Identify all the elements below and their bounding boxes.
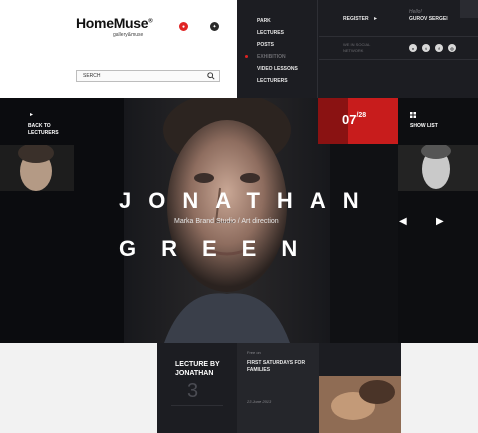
lecturer-subtitle: Marka Brand Studio / Art direction: [174, 218, 279, 225]
event-image-top: [319, 343, 401, 376]
corner-decoration: [460, 0, 478, 18]
search-input[interactable]: SERCH: [76, 70, 220, 82]
menu-divider: [317, 0, 318, 98]
page: HomeMuse® gallery&muse ● ✦ SERCH PARK LE…: [0, 0, 478, 433]
event-date: 23 June 2013: [247, 399, 272, 404]
event-title: FIRST SATURDAYS FOR FAMILIES: [247, 360, 306, 373]
user-name[interactable]: GUROV SERGEI: [409, 16, 448, 22]
social-icons: v t f ◎: [409, 44, 456, 52]
greeting: Hello!: [409, 9, 422, 15]
event-card[interactable]: Free on FIRST SATURDAYS FOR FAMILIES 23 …: [237, 343, 319, 433]
prev-lecturer-thumbnail[interactable]: [0, 145, 74, 191]
back-arrow-icon[interactable]: ▸: [30, 111, 33, 118]
date-counter: 07/28: [318, 98, 398, 144]
date-text: 07/28: [342, 112, 367, 127]
vk-icon[interactable]: v: [409, 44, 417, 52]
search-icon[interactable]: [207, 72, 215, 80]
bottom-section: LECTURE BY JONATHAN 3 Free on FIRST SATU…: [0, 343, 478, 433]
lecture-title: LECTURE BY JONATHAN: [175, 361, 220, 377]
logo[interactable]: HomeMuse®: [76, 15, 153, 31]
lecturer-last-name: GREEN: [119, 236, 323, 261]
tagline: gallery&muse: [113, 32, 144, 38]
active-dot-icon: [245, 55, 248, 58]
arrow-right-icon[interactable]: ▸: [374, 15, 377, 22]
menu-item-video-lessons[interactable]: VIDEO LESSONS: [257, 63, 298, 75]
event-label: Free on: [247, 350, 261, 355]
menu-item-exhibition[interactable]: EXHIBITION: [245, 51, 298, 63]
header-right: PARK LECTURES POSTS EXHIBITION VIDEO LES…: [237, 0, 478, 98]
lecture-number: 3: [187, 380, 199, 402]
grid-icon[interactable]: [410, 112, 416, 118]
search-placeholder: SERCH: [83, 73, 101, 79]
menu-item-lecturers[interactable]: LECTURERS: [257, 75, 298, 87]
header-left: HomeMuse® gallery&muse ● ✦ SERCH: [0, 0, 237, 98]
notification-icon[interactable]: ●: [179, 22, 188, 31]
social-bar: WE IN SOCIAL NETWORK v t f ◎: [319, 36, 478, 60]
menu-item-posts[interactable]: POSTS: [257, 39, 298, 51]
lecture-card[interactable]: LECTURE BY JONATHAN 3: [157, 343, 237, 433]
menu-item-lectures[interactable]: LECTURES: [257, 27, 298, 39]
next-lecturer-thumbnail[interactable]: [398, 145, 478, 191]
instagram-icon[interactable]: ◎: [448, 44, 456, 52]
show-list-button[interactable]: SHOW LIST: [410, 123, 438, 129]
lecture-divider: [171, 405, 223, 406]
menu-item-park[interactable]: PARK: [257, 15, 298, 27]
back-to-lecturers-link[interactable]: BACK TO LECTURERS: [28, 123, 78, 137]
lecturer-first-name: JONATHAN: [119, 188, 376, 213]
facebook-icon[interactable]: f: [435, 44, 443, 52]
prev-arrow-icon[interactable]: ◀: [399, 216, 407, 227]
next-arrow-icon[interactable]: ▶: [436, 216, 444, 227]
main-menu: PARK LECTURES POSTS EXHIBITION VIDEO LES…: [245, 15, 298, 87]
hero: ▸ BACK TO LECTURERS 07/28 SHOW LIST JONA…: [0, 98, 478, 343]
register-link[interactable]: REGISTER: [343, 16, 369, 22]
social-label: WE IN SOCIAL NETWORK: [343, 42, 371, 53]
event-image[interactable]: [319, 376, 401, 433]
settings-icon[interactable]: ✦: [210, 22, 219, 31]
twitter-icon[interactable]: t: [422, 44, 430, 52]
